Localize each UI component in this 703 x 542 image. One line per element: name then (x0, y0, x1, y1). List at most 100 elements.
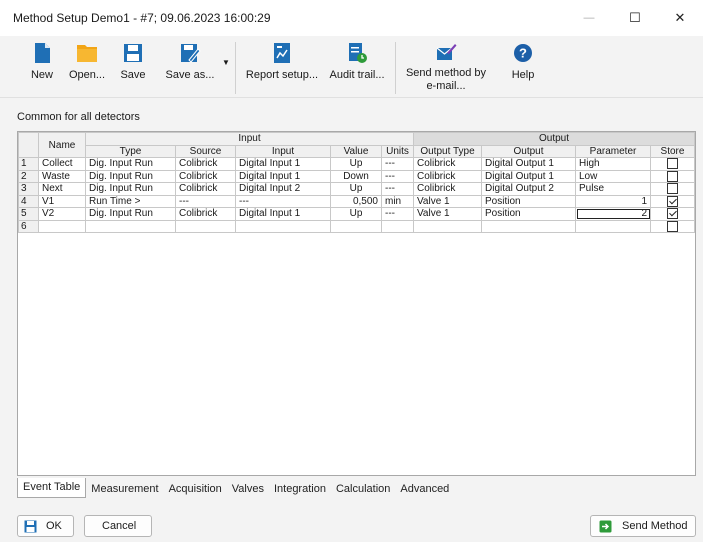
tab-integration[interactable]: Integration (269, 480, 331, 498)
cell-value[interactable]: Down (330, 169, 382, 183)
cell-output[interactable]: Digital Output 1 (481, 169, 576, 183)
minimize-button[interactable]: — (566, 0, 612, 36)
cell-input[interactable]: Digital Input 2 (235, 182, 331, 196)
cell-output[interactable] (481, 219, 576, 233)
tab-valves[interactable]: Valves (227, 480, 269, 498)
cell-parameter[interactable]: 1 (575, 194, 651, 208)
cell-type[interactable]: Dig. Input Run (85, 169, 176, 183)
store-checkbox[interactable] (667, 195, 678, 207)
cell-units[interactable]: min (381, 194, 414, 208)
store-checkbox[interactable] (667, 208, 678, 220)
cell-type[interactable]: Dig. Input Run (85, 207, 176, 221)
cell-output-type[interactable] (413, 219, 482, 233)
cell-parameter[interactable]: 2 (575, 207, 651, 221)
cell-units[interactable]: --- (381, 157, 414, 171)
cell-parameter[interactable] (575, 219, 651, 233)
table-row[interactable]: 3 Next Dig. Input Run Colibrick Digital … (18, 182, 695, 196)
cell-output[interactable]: Position (481, 207, 576, 221)
save-as-button[interactable]: Save as... (160, 38, 220, 94)
cell-name[interactable] (38, 219, 86, 233)
ok-button[interactable]: OK (17, 515, 74, 537)
cell-input[interactable]: Digital Input 1 (235, 207, 331, 221)
col-header-value[interactable]: Value (330, 144, 382, 158)
cell-value[interactable]: Up (330, 207, 382, 221)
cell-units[interactable]: --- (381, 169, 414, 183)
cell-type[interactable]: Run Time > (85, 194, 176, 208)
tab-event-table[interactable]: Event Table (17, 478, 87, 498)
col-header-store[interactable]: Store (650, 144, 695, 158)
cell-store[interactable] (650, 207, 695, 221)
cell-output[interactable]: Digital Output 2 (481, 182, 576, 196)
table-row[interactable]: 6 (18, 219, 695, 233)
col-header-units[interactable]: Units (381, 144, 414, 158)
store-checkbox[interactable] (667, 158, 678, 170)
table-row[interactable]: 2 Waste Dig. Input Run Colibrick Digital… (18, 169, 695, 183)
cell-input[interactable] (235, 219, 331, 233)
col-header-output[interactable]: Output (481, 144, 576, 158)
cell-units[interactable]: --- (381, 207, 414, 221)
cell-source[interactable]: Colibrick (175, 157, 236, 171)
cell-name[interactable]: Collect (38, 157, 86, 171)
col-header-input[interactable]: Input (235, 144, 331, 158)
cell-name[interactable]: Waste (38, 169, 86, 183)
col-header-source[interactable]: Source (175, 144, 236, 158)
table-row[interactable]: 1 Collect Dig. Input Run Colibrick Digit… (18, 157, 695, 171)
cell-store[interactable] (650, 219, 695, 233)
cell-output[interactable]: Position (481, 194, 576, 208)
cell-name[interactable]: Next (38, 182, 86, 196)
maximize-button[interactable]: ☐ (612, 0, 658, 36)
save-as-dropdown-arrow-icon[interactable]: ▼ (222, 58, 230, 67)
cell-units[interactable]: --- (381, 182, 414, 196)
cell-output-type[interactable]: Valve 1 (413, 207, 482, 221)
cell-output-type[interactable]: Colibrick (413, 169, 482, 183)
cell-source[interactable]: Colibrick (175, 182, 236, 196)
cell-input[interactable]: Digital Input 1 (235, 157, 331, 171)
cell-name[interactable]: V1 (38, 194, 86, 208)
cell-parameter[interactable]: Low (575, 169, 651, 183)
report-setup-button[interactable]: Report setup... (244, 38, 320, 94)
cell-parameter[interactable]: Pulse (575, 182, 651, 196)
cell-input[interactable]: Digital Input 1 (235, 169, 331, 183)
cell-output-type[interactable]: Colibrick (413, 157, 482, 171)
store-checkbox[interactable] (667, 220, 678, 232)
cancel-button[interactable]: Cancel (84, 515, 152, 537)
table-row[interactable]: 5 V2 Dig. Input Run Colibrick Digital In… (18, 207, 695, 221)
send-method-button[interactable]: Send Method (590, 515, 696, 537)
cell-name[interactable]: V2 (38, 207, 86, 221)
cell-output[interactable]: Digital Output 1 (481, 157, 576, 171)
cell-parameter[interactable]: High (575, 157, 651, 171)
cell-store[interactable] (650, 157, 695, 171)
col-header-name[interactable]: Name (38, 132, 86, 158)
col-header-parameter[interactable]: Parameter (575, 144, 651, 158)
table-row[interactable]: 4 V1 Run Time > --- --- 0,500 min Valve … (18, 194, 695, 208)
col-header-type[interactable]: Type (85, 144, 176, 158)
cell-value[interactable]: Up (330, 157, 382, 171)
cell-store[interactable] (650, 169, 695, 183)
cell-type[interactable]: Dig. Input Run (85, 157, 176, 171)
cell-value[interactable]: 0,500 (330, 194, 382, 208)
tab-calculation[interactable]: Calculation (331, 480, 395, 498)
tab-advanced[interactable]: Advanced (395, 480, 454, 498)
cell-type[interactable]: Dig. Input Run (85, 182, 176, 196)
audit-trail-button[interactable]: Audit trail... (324, 38, 390, 94)
cell-value[interactable] (330, 219, 382, 233)
cell-source[interactable] (175, 219, 236, 233)
cell-input[interactable]: --- (235, 194, 331, 208)
open-button[interactable]: Open... (64, 38, 110, 94)
cell-output-type[interactable]: Valve 1 (413, 194, 482, 208)
store-checkbox[interactable] (667, 170, 678, 182)
store-checkbox[interactable] (667, 183, 678, 195)
send-method-email-button[interactable]: Send method by e-mail... (404, 38, 488, 94)
cell-store[interactable] (650, 182, 695, 196)
tab-measurement[interactable]: Measurement (86, 480, 163, 498)
cell-value[interactable]: Up (330, 182, 382, 196)
cell-source[interactable]: Colibrick (175, 207, 236, 221)
cell-units[interactable] (381, 219, 414, 233)
save-button[interactable]: Save (113, 38, 153, 94)
cell-store[interactable] (650, 194, 695, 208)
cell-output-type[interactable]: Colibrick (413, 182, 482, 196)
col-header-output-type[interactable]: Output Type (413, 144, 482, 158)
cell-source[interactable]: Colibrick (175, 169, 236, 183)
help-button[interactable]: ? Help (506, 38, 540, 94)
cell-type[interactable] (85, 219, 176, 233)
